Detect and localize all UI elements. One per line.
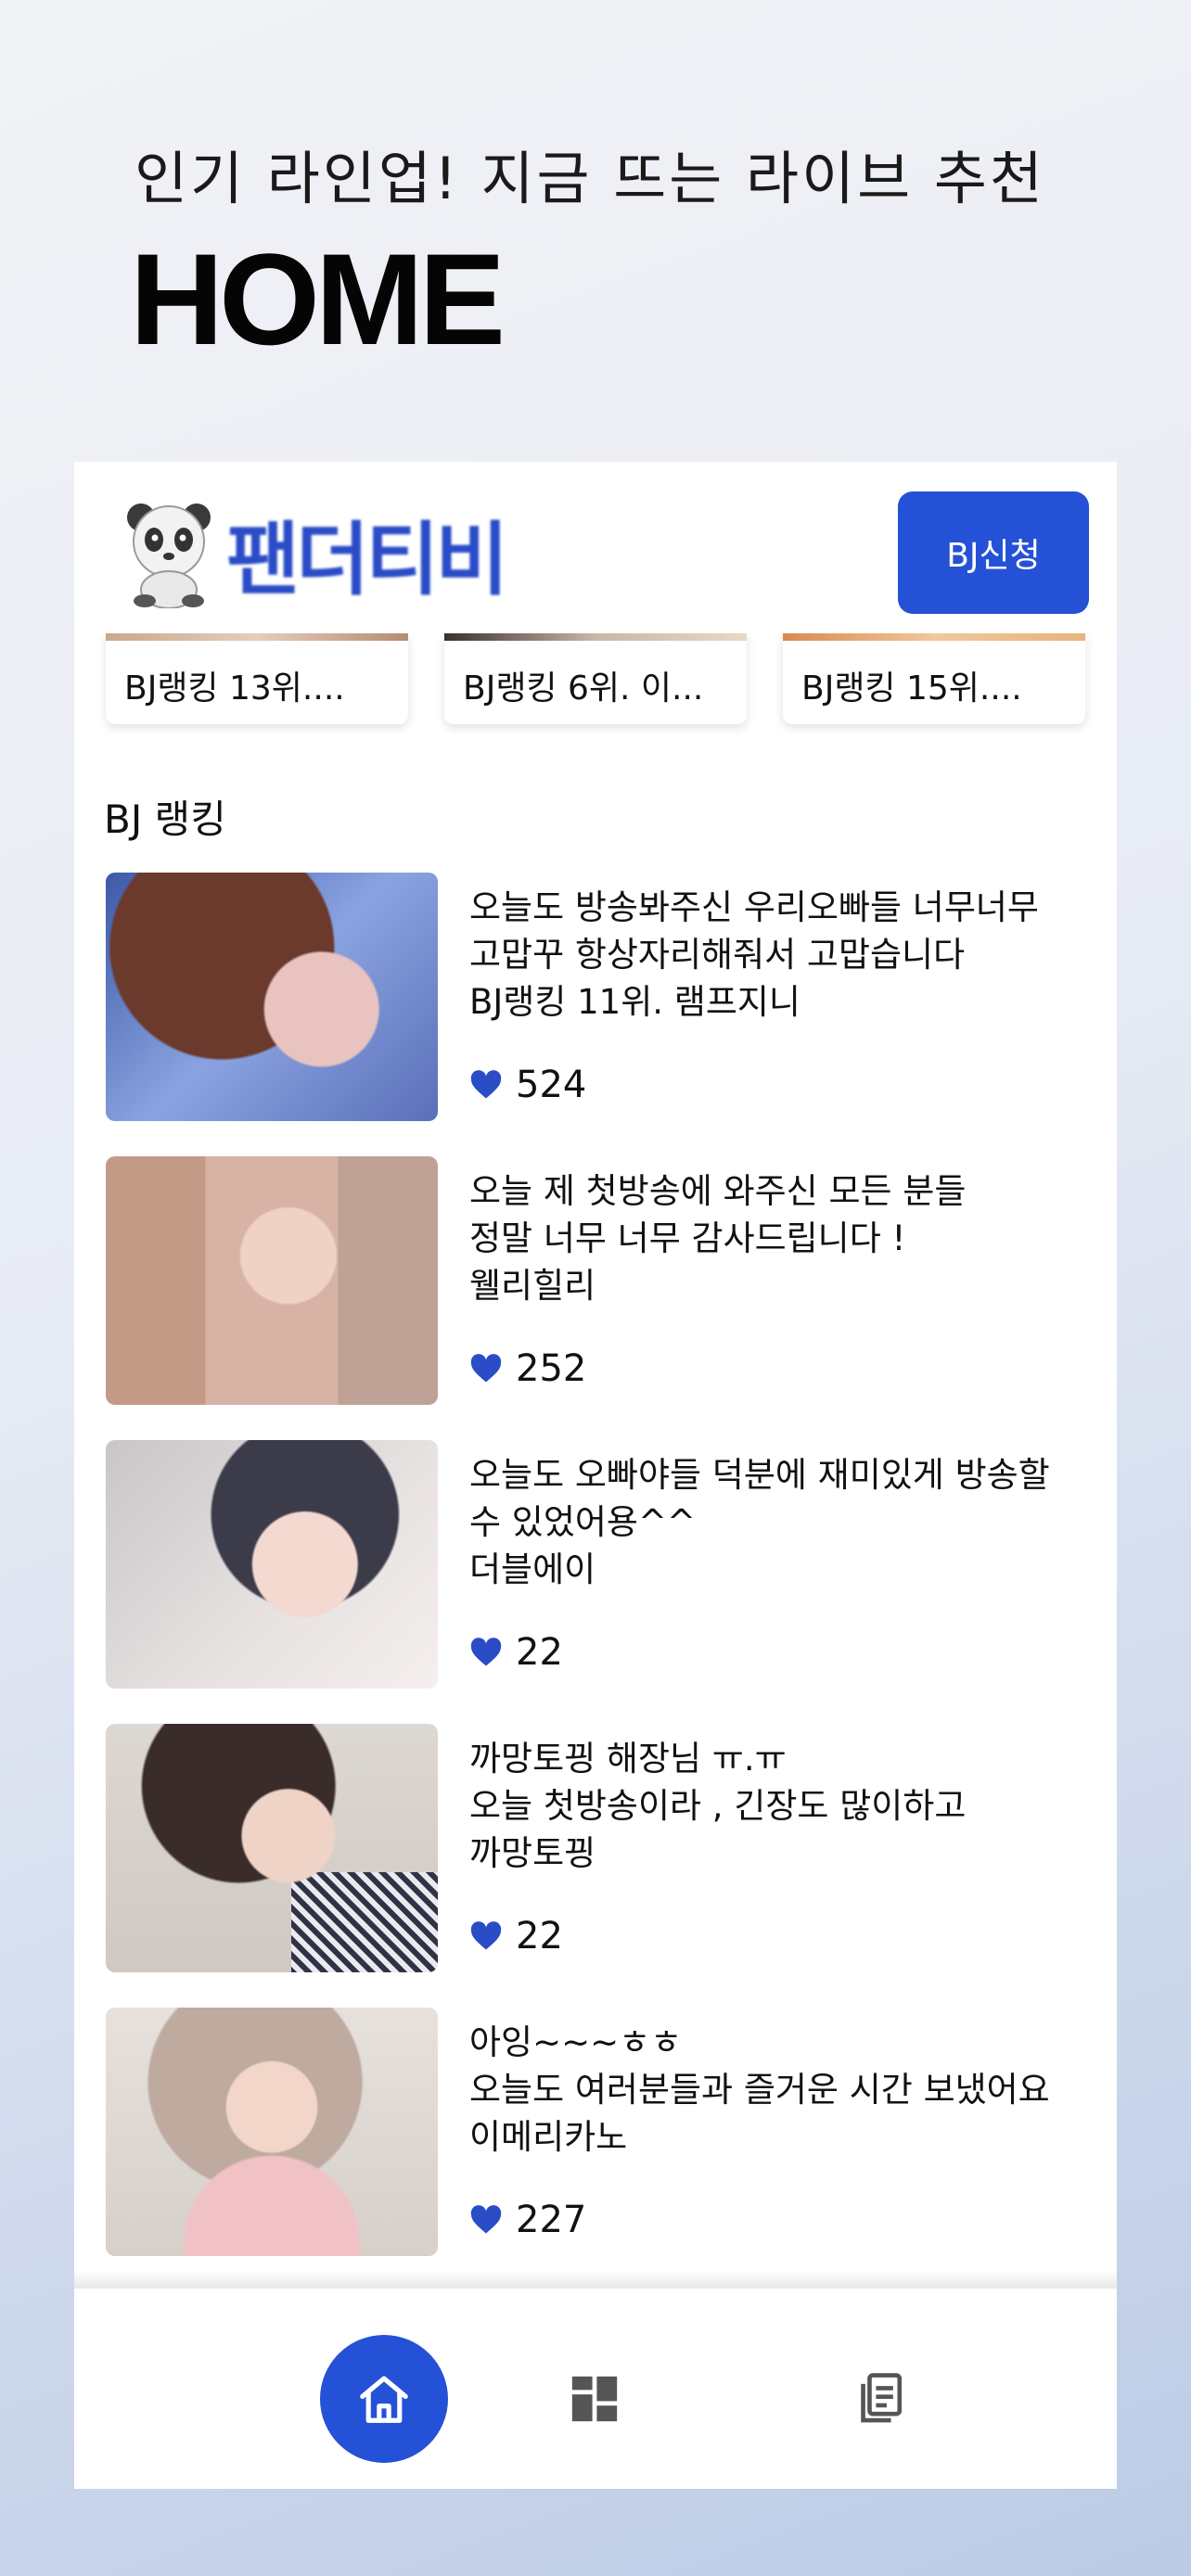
carousel-card-label: BJ랭킹 13위.... — [124, 670, 345, 708]
panda-logo-icon — [127, 503, 211, 608]
bj-thumbnail[interactable] — [106, 1724, 438, 1972]
bj-name: 까망토끵 — [469, 1833, 596, 1873]
tab-home[interactable] — [320, 2335, 448, 2463]
tabbar-shadow — [74, 2270, 1117, 2289]
bj-apply-button[interactable]: BJ신청 — [898, 491, 1089, 614]
ranking-message-line: 오늘도 방송봐주신 우리오빠들 너무너무 — [469, 887, 1039, 927]
ranking-list-item[interactable]: 오늘도 오빠야들 덕분에 재미있게 방송할 수 있었어용^^ 더블에이 22 — [106, 1440, 1089, 1689]
bj-name: 더블에이 — [469, 1549, 596, 1589]
like-count[interactable]: 22 — [469, 1915, 563, 1958]
ranking-list-item[interactable]: 아잉~~~ㅎㅎ 오늘도 여러분들과 즐거운 시간 보냈어요 이메리카노 227 — [106, 2008, 1089, 2256]
ranking-message-line: 정말 너무 너무 감사드립니다 ! — [469, 1218, 906, 1258]
like-count-value: 524 — [516, 1064, 587, 1106]
like-count[interactable]: 524 — [469, 1064, 586, 1106]
headline-subtitle: 인기 라인업! 지금 뜨는 라이브 추천 — [134, 145, 1045, 212]
ranking-message-line: 아잉~~~ㅎㅎ — [469, 2022, 683, 2062]
bj-thumbnail[interactable] — [106, 2008, 438, 2256]
ranking-message-line: 오늘도 오빠야들 덕분에 재미있게 방송할 — [469, 1455, 1050, 1495]
ranking-list-item[interactable]: 오늘 제 첫방송에 와주신 모든 분들 정말 너무 너무 감사드립니다 ! 웰리… — [106, 1156, 1089, 1405]
heart-icon — [470, 1354, 502, 1383]
like-count-value: 252 — [516, 1347, 587, 1390]
like-count-value: 22 — [516, 1915, 563, 1958]
home-icon — [360, 2376, 408, 2423]
ranking-message-line: 까망토끵 해장님 ㅠ.ㅠ — [469, 1739, 787, 1779]
ranking-list-item[interactable]: 오늘도 방송봐주신 우리오빠들 너무너무 고맙꾸 항상자리해줘서 고맙습니다 B… — [106, 873, 1089, 1121]
bj-thumbnail[interactable] — [106, 873, 438, 1121]
like-count-value: 227 — [516, 2199, 587, 2241]
ranking-message-line: 고맙꾸 항상자리해줘서 고맙습니다 — [469, 935, 966, 975]
like-count[interactable]: 22 — [469, 1631, 563, 1674]
ranking-section-title: BJ 랭킹 — [104, 797, 226, 842]
bj-name: BJ랭킹 11위. 램프지니 — [469, 982, 800, 1022]
documents-icon — [861, 2373, 903, 2423]
carousel-card[interactable]: BJ랭킹 15위.... — [783, 633, 1085, 724]
ranking-message-line: 오늘도 여러분들과 즐거운 시간 보냈어요 — [469, 2070, 1050, 2110]
app-header: 팬더티비 BJ신청 — [74, 462, 1117, 633]
dashboard-icon — [571, 2376, 618, 2422]
ranking-message-line: 오늘 제 첫방송에 와주신 모든 분들 — [469, 1171, 967, 1211]
tab-dashboard[interactable] — [566, 2370, 623, 2428]
heart-icon — [470, 1070, 502, 1099]
carousel-card[interactable]: BJ랭킹 6위. 이... — [444, 633, 747, 724]
ranking-message-line: 수 있었어용^^ — [469, 1502, 696, 1542]
like-count[interactable]: 252 — [469, 1347, 586, 1390]
featured-carousel[interactable]: BJ랭킹 13위.... BJ랭킹 6위. 이... BJ랭킹 15위.... — [74, 633, 1117, 726]
heart-icon — [470, 1638, 502, 1666]
bj-name: 이메리카노 — [469, 2117, 628, 2157]
bj-thumbnail[interactable] — [106, 1156, 438, 1405]
bj-name: 웰리힐리 — [469, 1266, 596, 1306]
heart-icon — [470, 2205, 502, 2234]
logo-text: 팬더티비 — [226, 514, 508, 606]
carousel-card[interactable]: BJ랭킹 13위.... — [106, 633, 408, 724]
bottom-tab-bar — [74, 2289, 1117, 2489]
tab-documents[interactable] — [852, 2370, 909, 2428]
like-count-value: 22 — [516, 1631, 563, 1674]
heart-icon — [470, 1921, 502, 1950]
like-count[interactable]: 227 — [469, 2199, 586, 2241]
headline-title: HOME — [130, 226, 506, 372]
ranking-message-line: 오늘 첫방송이라 , 긴장도 많이하고 — [469, 1786, 967, 1826]
carousel-card-label: BJ랭킹 6위. 이... — [463, 670, 704, 708]
ranking-list-item[interactable]: 까망토끵 해장님 ㅠ.ㅠ 오늘 첫방송이라 , 긴장도 많이하고 까망토끵 22 — [106, 1724, 1089, 1972]
app-screen: 팬더티비 BJ신청 BJ랭킹 13위.... BJ랭킹 6위. 이... BJ랭… — [74, 462, 1117, 2489]
app-logo[interactable]: 팬더티비 — [122, 494, 508, 610]
carousel-card-label: BJ랭킹 15위.... — [801, 670, 1022, 708]
bj-thumbnail[interactable] — [106, 1440, 438, 1689]
